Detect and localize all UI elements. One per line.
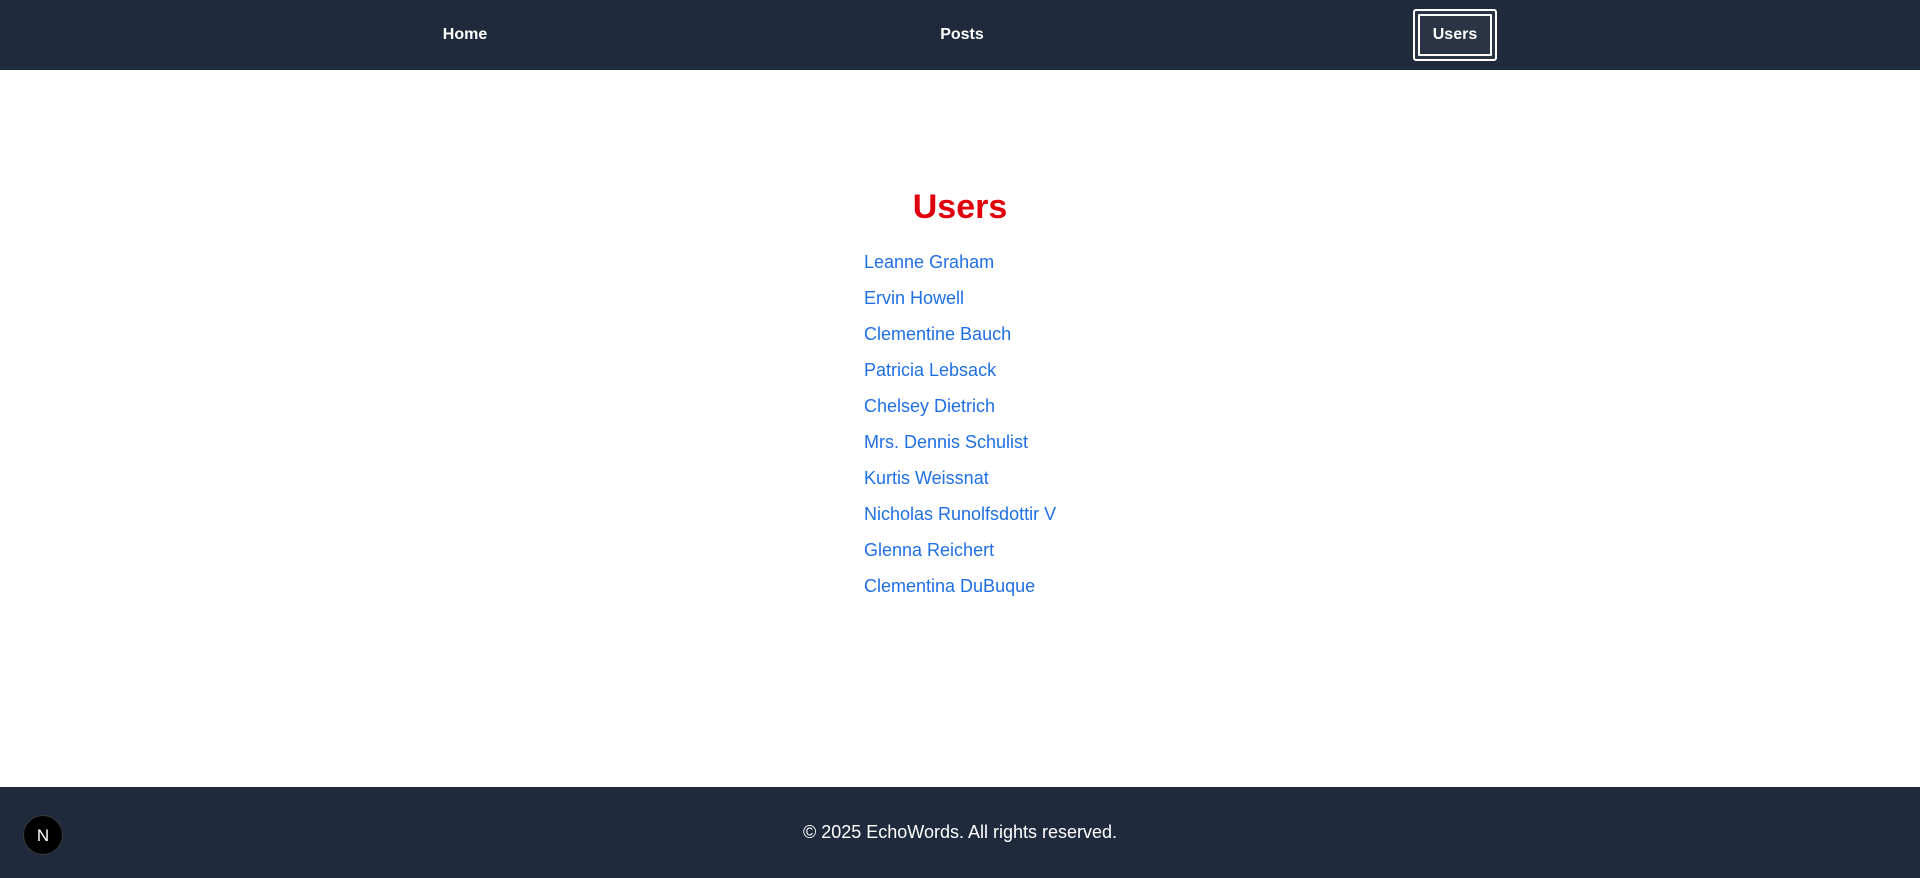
- nav-home-link[interactable]: Home: [415, 0, 515, 70]
- page-title: Users: [912, 188, 1008, 226]
- nav-users-label: Users: [1432, 26, 1478, 43]
- user-link[interactable]: Leanne Graham: [864, 252, 994, 272]
- list-item: Glenna Reichert: [864, 540, 1056, 576]
- user-link[interactable]: Glenna Reichert: [864, 540, 994, 560]
- svg-text:N: N: [37, 826, 49, 845]
- nextjs-dev-indicator-button[interactable]: N: [23, 815, 63, 855]
- list-item: Leanne Graham: [864, 252, 1056, 288]
- list-item: Nicholas Runolfsdottir V: [864, 504, 1056, 540]
- list-item: Mrs. Dennis Schulist: [864, 432, 1056, 468]
- list-item: Clementina DuBuque: [864, 576, 1056, 612]
- main-content: Users Leanne Graham Ervin Howell Clement…: [0, 70, 1920, 787]
- user-link[interactable]: Clementina DuBuque: [864, 576, 1035, 596]
- user-link[interactable]: Patricia Lebsack: [864, 360, 996, 380]
- top-navigation: Home Posts Users: [0, 0, 1920, 70]
- user-link[interactable]: Nicholas Runolfsdottir V: [864, 504, 1056, 524]
- nav-posts-link[interactable]: Posts: [912, 0, 1012, 70]
- list-item: Patricia Lebsack: [864, 360, 1056, 396]
- nav-users-link[interactable]: Users: [1413, 9, 1497, 61]
- list-item: Kurtis Weissnat: [864, 468, 1056, 504]
- user-link[interactable]: Ervin Howell: [864, 288, 964, 308]
- user-link[interactable]: Chelsey Dietrich: [864, 396, 995, 416]
- list-item: Ervin Howell: [864, 288, 1056, 324]
- user-link[interactable]: Clementine Bauch: [864, 324, 1011, 344]
- list-item: Chelsey Dietrich: [864, 396, 1056, 432]
- user-link[interactable]: Kurtis Weissnat: [864, 468, 989, 488]
- copyright-text: © 2025 EchoWords. All rights reserved.: [802, 822, 1118, 842]
- user-link[interactable]: Mrs. Dennis Schulist: [864, 432, 1028, 452]
- list-item: Clementine Bauch: [864, 324, 1056, 360]
- footer: © 2025 EchoWords. All rights reserved.: [0, 787, 1920, 878]
- user-list: Leanne Graham Ervin Howell Clementine Ba…: [864, 252, 1056, 612]
- nextjs-logo-icon: N: [37, 826, 49, 845]
